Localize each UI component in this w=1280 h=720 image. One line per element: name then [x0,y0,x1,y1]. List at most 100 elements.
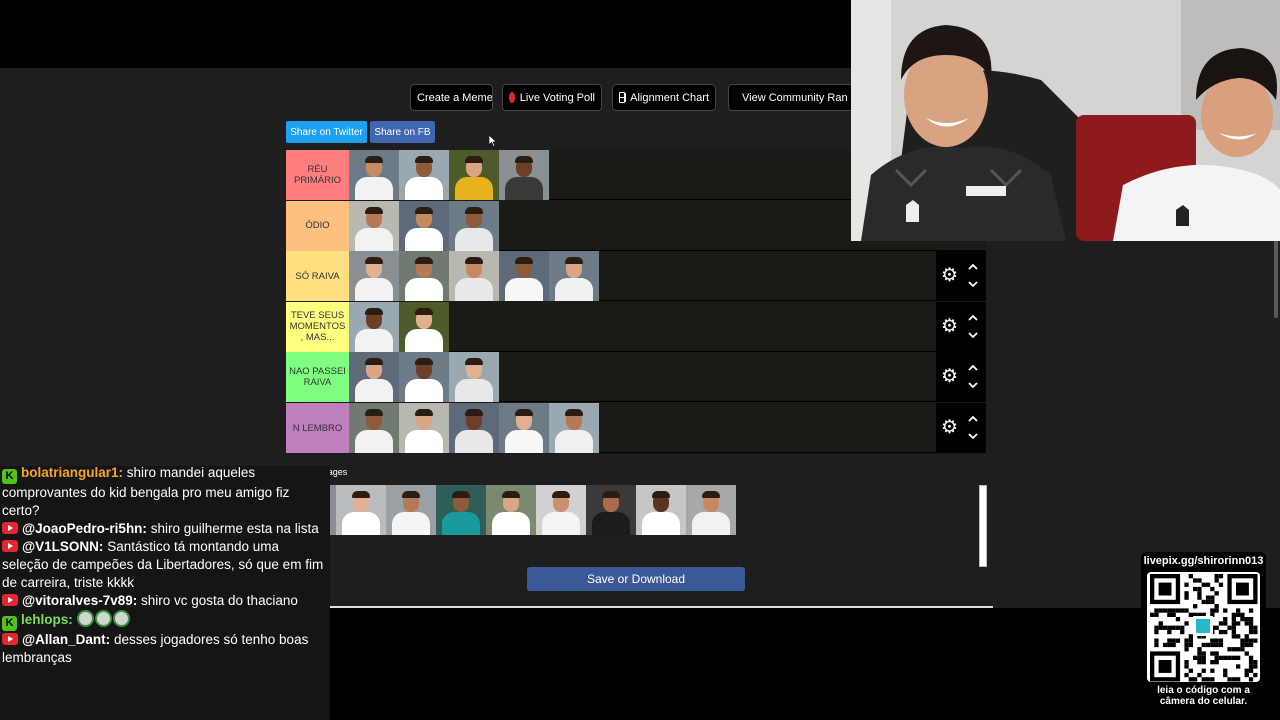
player-shirt [555,278,593,302]
player-card[interactable] [399,251,449,302]
gear-icon[interactable]: ⚙ [941,317,959,336]
scrollbar-thumb[interactable] [1274,238,1278,318]
gear-icon[interactable]: ⚙ [941,418,959,437]
player-hair [502,491,520,498]
player-card[interactable] [349,403,399,453]
player-hair [515,409,533,416]
player-card[interactable] [399,200,449,251]
gear-icon[interactable]: ⚙ [941,266,959,285]
player-shirt [405,177,443,200]
move-down-icon[interactable] [968,432,978,440]
pool-player-card[interactable] [586,485,636,535]
player-card[interactable] [499,150,549,200]
player-card[interactable] [349,200,399,251]
move-down-icon[interactable] [968,331,978,339]
tier-items [349,301,449,352]
player-hair [465,206,483,214]
player-shirt [505,430,543,453]
player-card[interactable] [549,251,599,302]
player-shirt [392,512,430,535]
move-down-icon[interactable] [968,280,978,288]
player-shirt [505,278,543,302]
player-hair [465,257,483,265]
player-card[interactable] [349,150,399,200]
tier-controls: ⚙ [936,352,986,403]
player-card[interactable] [349,352,399,403]
player-card[interactable] [449,352,499,403]
player-card[interactable] [449,251,499,302]
move-up-icon[interactable] [968,263,978,271]
player-hair [465,358,483,366]
player-hair [415,409,433,416]
alignment-chart-button[interactable]: Alignment Chart [612,84,716,111]
youtube-icon [2,594,18,606]
pool-player-card[interactable] [636,485,686,535]
player-card[interactable] [449,200,499,251]
move-up-icon[interactable] [968,415,978,423]
player-card[interactable] [399,403,449,453]
move-down-icon[interactable] [968,381,978,389]
player-hair [365,257,383,265]
tier-controls: ⚙ [936,403,986,453]
player-shirt [555,430,593,453]
save-label: Save or Download [586,572,686,586]
chat-message: @JoaoPedro-ri5hn: shiro guilherme esta n… [0,520,326,538]
player-shirt [342,512,380,535]
player-shirt [405,379,443,403]
tier-label[interactable]: N LEMBRO [286,403,349,453]
player-card[interactable] [349,301,399,352]
pool-player-card[interactable] [536,485,586,535]
player-shirt [442,512,480,535]
view-community-rank-button[interactable]: View Community Ran [728,84,851,111]
player-hair [702,491,720,498]
player-hair [515,156,533,163]
player-card[interactable] [399,301,449,352]
chat-text: shiro guilherme esta na lista [150,521,319,536]
player-shirt [542,512,580,535]
pool-player-card[interactable] [686,485,736,535]
tier-label[interactable]: SÓ RAIVA [286,251,349,302]
grid-icon [619,92,626,103]
player-card[interactable] [499,251,549,302]
kick-icon: K [2,469,17,484]
player-shirt [455,430,493,453]
tier-label[interactable]: ÓDIO [286,200,349,251]
player-shirt [455,278,493,302]
livepix-qr-panel: livepix.gg/shirorinn013 leia o código co… [1141,552,1266,714]
player-card[interactable] [399,150,449,200]
player-card[interactable] [499,403,549,453]
share-twitter-button[interactable]: Share on Twitter [286,121,367,143]
unranked-image-pool [286,485,736,535]
player-card[interactable] [549,403,599,453]
tier-label[interactable]: RÉU PRIMÁRIO [286,150,349,200]
share-twitter-label: Share on Twitter [290,126,363,138]
player-hair [465,409,483,416]
player-hair [602,491,620,498]
pool-player-card[interactable] [386,485,436,535]
live-voting-poll-button[interactable]: Live Voting Poll [502,84,602,111]
tier-label[interactable]: TEVE SEUS MOMENTOS , MAS... [286,301,349,352]
player-shirt [592,512,630,535]
player-card[interactable] [399,352,449,403]
community-rank-label: View Community Ran [742,91,848,104]
tier-items [349,200,499,251]
pool-player-card[interactable] [486,485,536,535]
create-meme-button[interactable]: Create a Meme [410,84,493,111]
player-card[interactable] [449,150,499,200]
move-up-icon[interactable] [968,364,978,372]
move-up-icon[interactable] [968,314,978,322]
player-shirt [405,328,443,352]
tier-label[interactable]: NAO PASSEI RAIVA [286,352,349,403]
gear-icon[interactable]: ⚙ [941,367,959,386]
player-hair [402,491,420,498]
pool-scrollbar[interactable] [979,485,987,567]
webcam-feed-image [851,0,1280,241]
pool-player-card[interactable] [436,485,486,535]
player-card[interactable] [449,403,499,453]
webcam-overlay [851,0,1280,241]
player-card[interactable] [349,251,399,302]
player-shirt [355,227,393,251]
share-facebook-button[interactable]: Share on FB [370,121,435,143]
pool-player-card[interactable] [336,485,386,535]
save-or-download-button[interactable]: Save or Download [527,567,745,591]
